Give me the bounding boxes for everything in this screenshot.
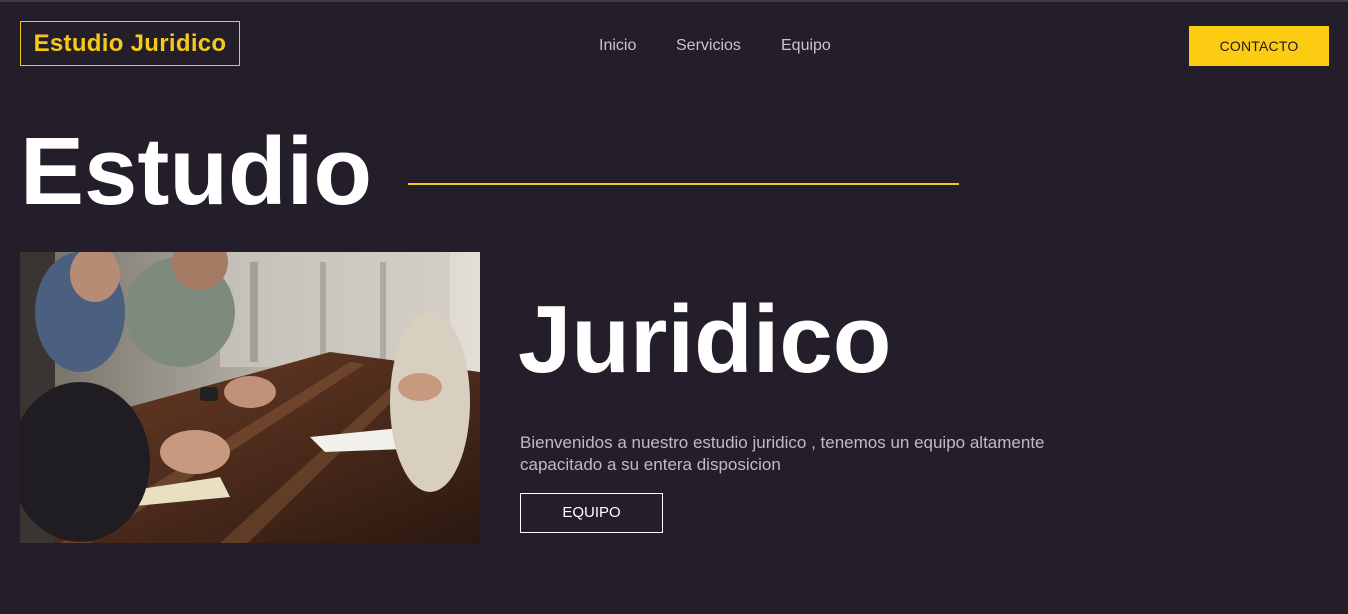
hero-title-line2: Juridico <box>518 286 892 393</box>
nav-item-equipo[interactable]: Equipo <box>781 35 831 57</box>
main-nav: Inicio Servicios Equipo <box>0 35 1348 57</box>
top-border <box>0 0 1348 2</box>
nav-item-servicios[interactable]: Servicios <box>676 35 741 57</box>
hero-description: Bienvenidos a nuestro estudio juridico ,… <box>520 433 1045 474</box>
hero-image <box>20 252 480 543</box>
equipo-button[interactable]: EQUIPO <box>520 493 663 533</box>
hero-title-line1: Estudio <box>20 118 372 225</box>
hero-title-divider <box>408 183 959 185</box>
nav-item-inicio[interactable]: Inicio <box>599 35 636 57</box>
contacto-button[interactable]: CONTACTO <box>1189 26 1329 66</box>
